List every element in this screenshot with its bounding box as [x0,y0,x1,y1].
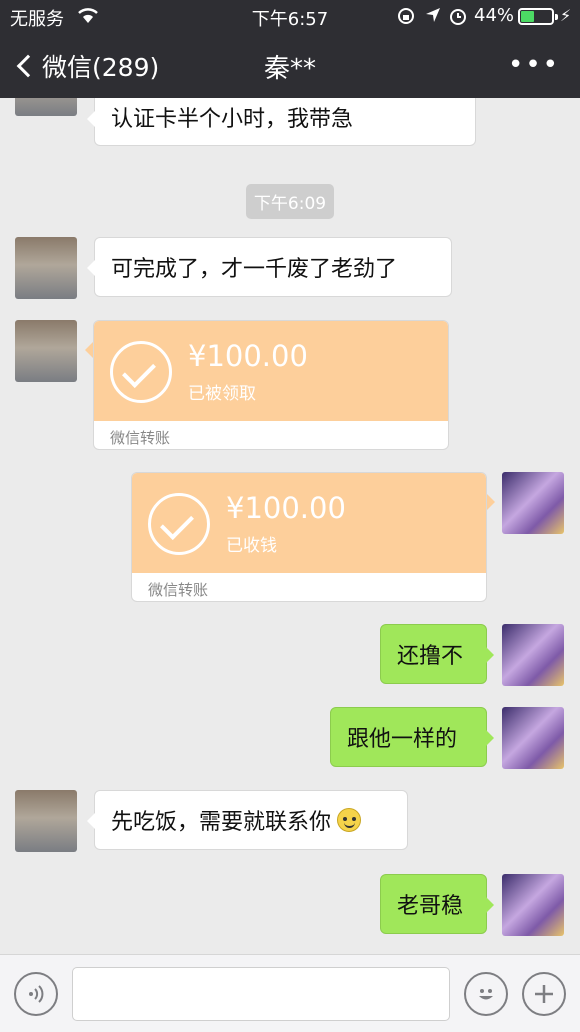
bubble-tail [487,494,495,510]
nav-bar: 微信(289) 秦** ••• [0,32,580,98]
avatar-friend[interactable] [15,320,77,382]
chat-title: 秦** [263,54,316,84]
avatar-self[interactable] [502,624,564,686]
smile-emoji-icon [337,808,362,832]
avatar-friend[interactable] [15,98,77,116]
avatar-self[interactable] [502,874,564,936]
message-text: 可完成了，才一千废了老劲了 [111,257,398,282]
transfer-status: 已被领取 [188,384,256,404]
message-bubble[interactable]: 先吃饭，需要就联系你 [87,790,408,850]
battery-percent: 44% [474,5,515,26]
transfer-label: 微信转账 [148,581,209,599]
message-input[interactable] [72,967,450,1021]
transfer-status: 已收钱 [226,536,277,556]
avatar-self[interactable] [502,472,564,534]
more-options-button[interactable]: ••• [508,50,560,80]
transfer-amount: ¥100.00 [226,491,346,525]
plus-icon [535,985,553,1003]
bubble-tail [85,342,93,358]
message-bubble[interactable]: 可完成了，才一千废了老劲了 [87,237,452,297]
emoji-icon [479,989,493,1000]
message-text: 认证卡半个小时，我带急 [111,107,354,132]
rotation-lock-icon [396,6,416,31]
message-text: 跟他一样的 [347,727,458,752]
chat-area[interactable]: 认证卡半个小时，我带急 下午6:09 可完成了，才一千废了老劲了 ¥100.00… [0,98,580,954]
message-text: 老哥稳 [397,894,464,919]
voice-button[interactable] [14,972,58,1016]
input-bar [0,954,580,1032]
battery-icon [518,8,558,25]
emoji-button[interactable] [464,972,508,1016]
location-icon [424,6,442,29]
status-bar: 无服务 下午6:57 44% ⚡ [0,0,580,32]
top-bar: 无服务 下午6:57 44% ⚡ 微信(289) 秦** ••• [0,0,580,98]
avatar-friend[interactable] [15,790,77,852]
message-bubble[interactable]: 老哥稳 [380,874,494,934]
transfer-card[interactable]: ¥100.00 已收钱 微信转账 [131,472,487,602]
message-bubble[interactable]: 还撸不 [380,624,494,684]
transfer-label: 微信转账 [110,429,171,447]
transfer-amount: ¥100.00 [188,339,308,373]
message-bubble[interactable]: 跟他一样的 [330,707,494,767]
voice-icon [29,985,44,1003]
transfer-card[interactable]: ¥100.00 已被领取 微信转账 [93,320,449,450]
alarm-icon [448,6,468,31]
check-circle-icon [110,341,172,403]
message-bubble[interactable]: 认证卡半个小时，我带急 [87,98,476,146]
timestamp-text: 下午6:09 [245,184,335,219]
plus-button[interactable] [522,972,566,1016]
message-text: 还撸不 [397,644,464,669]
timestamp: 下午6:09 [0,184,580,219]
charging-icon: ⚡ [560,6,572,25]
message-text: 先吃饭，需要就联系你 [111,810,332,835]
avatar-friend[interactable] [15,237,77,299]
check-circle-icon [148,493,210,555]
avatar-self[interactable] [502,707,564,769]
